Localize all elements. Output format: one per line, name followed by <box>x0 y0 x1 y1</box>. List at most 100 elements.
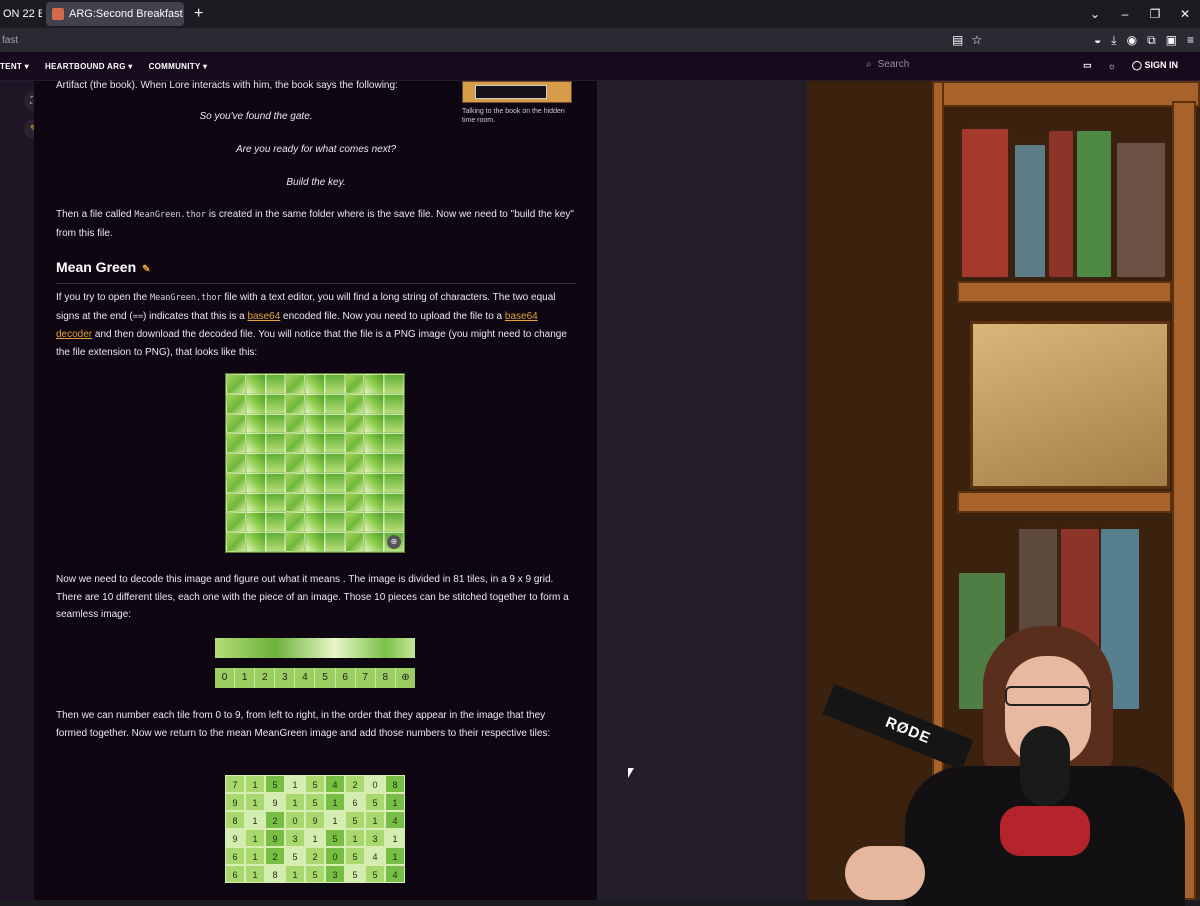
shelf-window <box>970 321 1170 489</box>
menu-icon[interactable]: ≡ <box>1187 33 1194 48</box>
list-tabs-button[interactable]: ⌄ <box>1080 7 1110 21</box>
image-tile <box>226 453 246 473</box>
numbered-tile: 1 <box>285 865 305 883</box>
image-info-icon[interactable]: ⊕ <box>387 535 401 549</box>
numbered-tile: 2 <box>305 847 325 865</box>
image-tile <box>265 453 286 473</box>
mouse-cursor-icon <box>628 768 634 778</box>
numbered-tile: 1 <box>245 847 265 865</box>
numbered-tile: 1 <box>385 829 405 847</box>
image-tile <box>226 532 246 552</box>
numbered-tile: 0 <box>285 811 305 829</box>
minimize-button[interactable]: – <box>1110 7 1140 21</box>
image-tile <box>285 393 306 414</box>
download-icon[interactable]: ⤓ <box>1111 33 1116 48</box>
theme-toggle-icon[interactable]: ☼ <box>1108 61 1116 71</box>
edit-section-icon[interactable]: ✎ <box>142 264 150 275</box>
pocket-icon[interactable]: ◒ <box>1094 33 1101 48</box>
image-tile <box>245 433 266 454</box>
image-tile <box>305 413 325 434</box>
numbered-tile: 4 <box>325 775 345 793</box>
numbered-tile: 5 <box>345 865 365 883</box>
numbered-tile: 5 <box>305 865 325 883</box>
image-tile <box>226 374 246 394</box>
tab-label: ON 22 Ba <box>3 8 42 20</box>
nav-item-heartbound-arg[interactable]: HEARTBOUND ARG ▾ <box>45 62 133 71</box>
image-info-icon[interactable]: ⊕ <box>396 668 415 688</box>
numbered-tile: 2 <box>265 811 285 829</box>
search-field[interactable]: ⌕ Search <box>866 59 909 70</box>
book <box>960 127 1010 279</box>
image-tile <box>384 393 404 414</box>
numbered-tile: 5 <box>305 775 325 793</box>
close-window-button[interactable]: ✕ <box>1170 7 1200 21</box>
numbered-tile: 4 <box>385 811 405 829</box>
image-tile <box>364 532 385 552</box>
numbered-tile: 9 <box>225 793 245 811</box>
strip-number: 1 <box>235 668 256 688</box>
image-tile <box>265 472 286 493</box>
image-tile <box>305 532 325 552</box>
numbered-tile: 5 <box>325 829 345 847</box>
numbered-tile: 0 <box>365 775 385 793</box>
streamer-webcam: RØDE <box>822 626 1200 906</box>
meangreen-image[interactable] <box>225 373 405 553</box>
shelf-board <box>932 81 1200 107</box>
image-tile <box>226 472 246 493</box>
discussion-icon[interactable]: ▭ <box>1083 60 1092 71</box>
image-tile <box>226 433 246 454</box>
image-tile <box>226 393 246 414</box>
new-tab-button[interactable]: + <box>194 5 203 23</box>
strip-number: 4 <box>295 668 316 688</box>
paragraph: Then a file called MeanGreen.thor is cre… <box>56 206 576 242</box>
numbered-strip: 0 1 2 3 4 5 6 7 8 ⊕ <box>215 668 415 688</box>
image-tile <box>245 453 266 473</box>
nav-item-community[interactable]: COMMUNITY ▾ <box>149 62 208 71</box>
bookmark-star-icon[interactable]: ☆ <box>971 33 982 47</box>
numbered-tile: 9 <box>225 829 245 847</box>
numbered-tile: 2 <box>345 775 365 793</box>
text: and then download the decoded file. You … <box>56 329 567 358</box>
nav-item-content[interactable]: TENT ▾ <box>0 62 29 71</box>
quote-line: So you've found the gate. <box>199 111 313 122</box>
numbered-tile: 5 <box>365 865 385 883</box>
numbered-tile: 8 <box>385 775 405 793</box>
image-tile <box>285 413 306 434</box>
heading-text: Mean Green <box>56 259 137 275</box>
maximize-button[interactable]: ❐ <box>1140 7 1170 21</box>
numbered-tile: 5 <box>345 847 365 865</box>
page-content: ⛶ ✎ Artifact (the book). When Lore inter… <box>0 80 1200 906</box>
image-tile <box>305 472 325 493</box>
sign-in-button[interactable]: ◯ SIGN IN <box>1132 60 1178 71</box>
extension-badge-icon[interactable]: ▣ <box>1166 33 1177 48</box>
book <box>1047 129 1075 279</box>
image-tile <box>226 512 246 533</box>
image-tile <box>364 413 385 434</box>
browser-tab[interactable]: ON 22 Ba✕ <box>0 2 42 26</box>
book <box>1013 143 1047 279</box>
stitched-image-strip[interactable] <box>215 638 415 658</box>
base64-link[interactable]: base64 <box>247 311 280 322</box>
image-tile <box>364 472 385 493</box>
image-tile <box>305 512 325 533</box>
numbered-tile: 5 <box>285 847 305 865</box>
numbered-tile: 1 <box>285 793 305 811</box>
browser-tab-active[interactable]: ARG:Second Breakfast | Heartb✕ <box>46 2 184 26</box>
numbered-grid[interactable]: 7151542089191516518120915149193151316125… <box>225 775 405 883</box>
toolbar-icons: ◒ ⤓ ◉ ⧉ ▣ ≡ <box>1094 33 1194 48</box>
image-tile <box>324 472 345 493</box>
image-tile <box>344 453 365 473</box>
url-text[interactable]: fast <box>2 35 18 46</box>
url-bar[interactable]: fast ▤ ☆ ◒ ⤓ ◉ ⧉ ▣ ≡ <box>0 28 1200 52</box>
numbered-tile: 1 <box>325 793 345 811</box>
tab-label: ARG:Second Breakfast | Heartb <box>69 8 184 20</box>
extensions-icon[interactable]: ⧉ <box>1147 33 1156 48</box>
article: Artifact (the book). When Lore interacts… <box>34 80 597 900</box>
book-screenshot[interactable] <box>462 81 572 103</box>
image-tile <box>285 374 306 394</box>
reader-view-icon[interactable]: ▤ <box>952 33 963 47</box>
image-tile <box>285 512 306 533</box>
account-icon[interactable]: ◉ <box>1127 33 1137 48</box>
image-tile <box>305 393 325 414</box>
image-tile <box>265 374 286 394</box>
